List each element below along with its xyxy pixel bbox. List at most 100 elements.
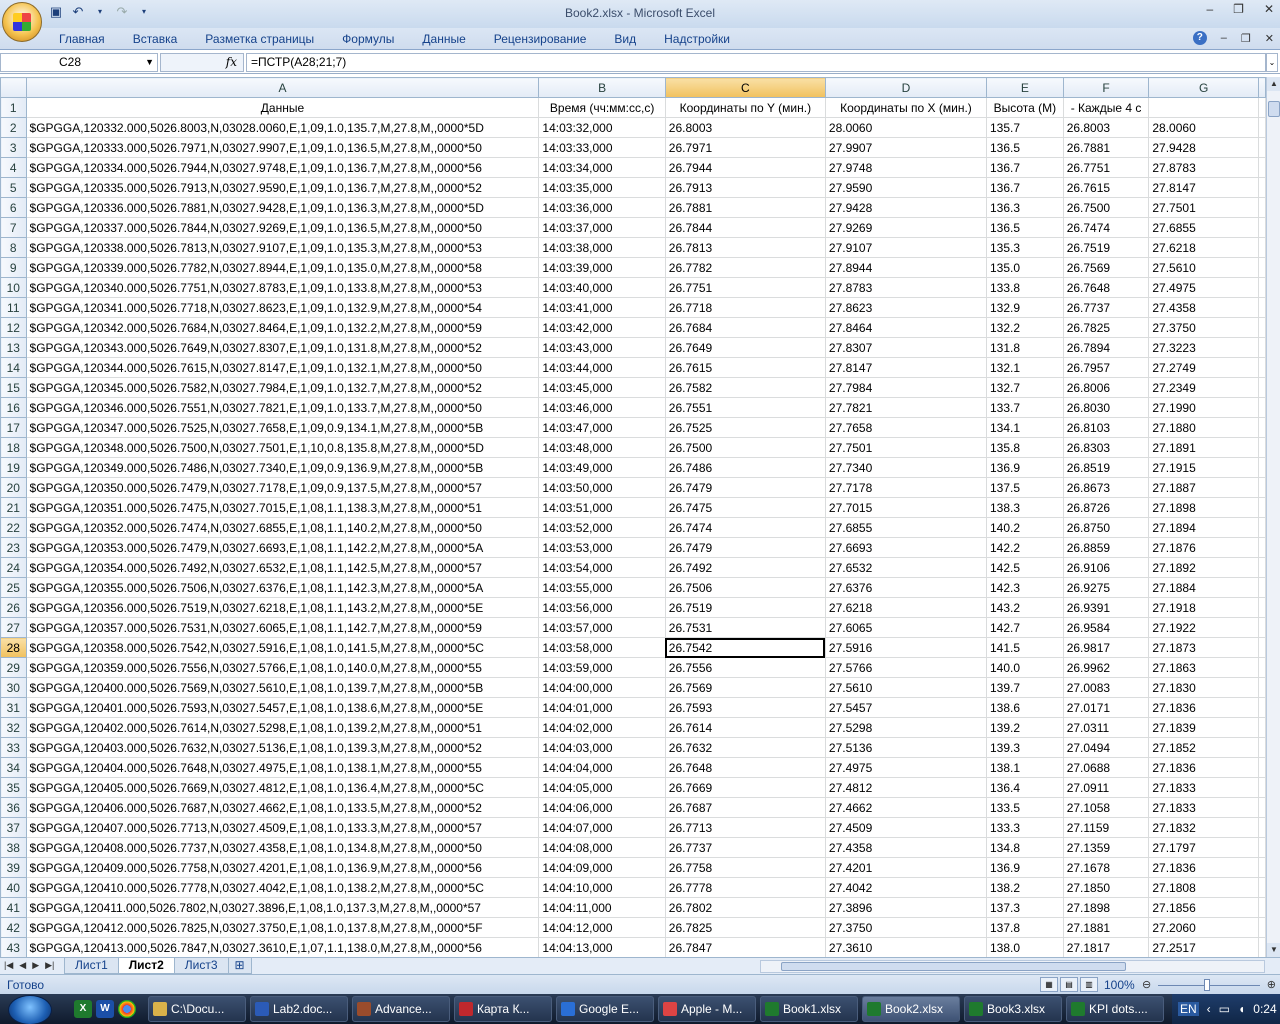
cell[interactable]: 26.7713 xyxy=(664,817,826,838)
cell[interactable]: 27.9590 xyxy=(824,177,987,198)
cell[interactable] xyxy=(1258,577,1266,598)
cell[interactable]: 135.3 xyxy=(985,237,1064,258)
row-header[interactable]: 36 xyxy=(0,797,27,818)
cell[interactable]: 133.5 xyxy=(985,797,1064,818)
cell[interactable]: $GPGGA,120349.000,5026.7486,N,03027.7340… xyxy=(25,457,540,478)
row-header[interactable]: 18 xyxy=(0,437,27,458)
cell[interactable]: 26.7531 xyxy=(664,617,826,638)
cell[interactable]: 27.3750 xyxy=(1148,317,1259,338)
cell[interactable]: 14:03:52,000 xyxy=(538,517,666,538)
cell[interactable]: $GPGGA,120332.000,5026.8003,N,03028.0060… xyxy=(25,117,540,138)
taskbar-button[interactable]: Advance... xyxy=(352,996,450,1022)
cell[interactable] xyxy=(1258,757,1266,778)
cell[interactable]: 27.1922 xyxy=(1148,617,1259,638)
cell[interactable]: $GPGGA,120345.000,5026.7582,N,03027.7984… xyxy=(25,377,540,398)
cell[interactable] xyxy=(1258,317,1266,338)
cell[interactable]: 14:04:04,000 xyxy=(538,757,666,778)
cell[interactable] xyxy=(1258,797,1266,818)
cell[interactable]: 27.1891 xyxy=(1148,437,1259,458)
row-header[interactable]: 31 xyxy=(0,697,27,718)
next-sheet-icon[interactable]: ▶ xyxy=(32,958,39,973)
cell[interactable]: 14:03:39,000 xyxy=(538,257,666,278)
cell[interactable]: 27.1892 xyxy=(1148,557,1259,578)
horizontal-scrollbar[interactable] xyxy=(760,960,1265,973)
row-header[interactable]: 41 xyxy=(0,897,27,918)
cell[interactable]: $GPGGA,120404.000,5026.7648,N,03027.4975… xyxy=(25,757,540,778)
row-header[interactable]: 25 xyxy=(0,577,27,598)
cell[interactable] xyxy=(1258,517,1266,538)
cell[interactable]: 136.4 xyxy=(985,777,1064,798)
maximize-icon[interactable]: ❐ xyxy=(1233,2,1244,16)
cell[interactable]: 27.1887 xyxy=(1148,477,1259,498)
cell[interactable]: 27.1830 xyxy=(1148,677,1259,698)
row-header[interactable]: 3 xyxy=(0,137,27,158)
cell[interactable]: 27.1797 xyxy=(1148,837,1259,858)
cell[interactable] xyxy=(1258,497,1266,518)
cell[interactable]: 26.7782 xyxy=(664,257,826,278)
cell[interactable]: 14:04:11,000 xyxy=(538,897,666,918)
scroll-down-icon[interactable]: ▼ xyxy=(1267,943,1280,957)
header-cell[interactable] xyxy=(1148,97,1259,118)
cell[interactable]: 27.8307 xyxy=(824,337,987,358)
cell[interactable]: 27.8783 xyxy=(824,277,987,298)
sheet-tab[interactable]: Лист2 xyxy=(117,958,175,974)
row-header[interactable]: 32 xyxy=(0,717,27,738)
cell[interactable]: 14:03:51,000 xyxy=(538,497,666,518)
tray-expand-icon[interactable]: ‹ xyxy=(1207,1002,1211,1016)
cell[interactable] xyxy=(1258,857,1266,878)
word-launch-icon[interactable]: W xyxy=(96,1000,114,1018)
cell[interactable]: $GPGGA,120405.000,5026.7669,N,03027.4812… xyxy=(25,777,540,798)
sheet-tab[interactable]: Лист1 xyxy=(64,958,119,974)
cell[interactable]: $GPGGA,120358.000,5026.7542,N,03027.5916… xyxy=(25,637,540,658)
row-header[interactable]: 26 xyxy=(0,597,27,618)
cell[interactable]: 26.7479 xyxy=(664,537,826,558)
taskbar-button[interactable]: Book2.xlsx xyxy=(862,996,960,1022)
cell[interactable]: $GPGGA,120336.000,5026.7881,N,03027.9428… xyxy=(25,197,540,218)
prev-sheet-icon[interactable]: ◀ xyxy=(19,958,26,973)
cell[interactable]: 27.2517 xyxy=(1148,937,1259,957)
cell[interactable]: 26.7500 xyxy=(664,437,826,458)
cell[interactable]: 27.8944 xyxy=(824,257,987,278)
cell[interactable]: 27.5610 xyxy=(1148,257,1259,278)
cell[interactable] xyxy=(1258,377,1266,398)
cell[interactable] xyxy=(1258,97,1266,118)
cell[interactable]: 26.7648 xyxy=(1062,277,1150,298)
cell[interactable]: 14:04:05,000 xyxy=(538,777,666,798)
ribbon-tab[interactable]: Формулы xyxy=(342,32,394,46)
cell[interactable]: 26.7751 xyxy=(1062,157,1150,178)
cell[interactable]: 14:03:56,000 xyxy=(538,597,666,618)
volume-icon[interactable]: ◖ xyxy=(1238,1002,1245,1016)
cell[interactable]: $GPGGA,120355.000,5026.7506,N,03027.6376… xyxy=(25,577,540,598)
cell[interactable]: $GPGGA,120333.000,5026.7971,N,03027.9907… xyxy=(25,137,540,158)
cell[interactable]: 14:04:13,000 xyxy=(538,937,666,957)
cell[interactable]: 27.3223 xyxy=(1148,337,1259,358)
cell[interactable]: 27.1898 xyxy=(1062,897,1150,918)
cell[interactable]: 14:03:32,000 xyxy=(538,117,666,138)
cell[interactable]: $GPGGA,120334.000,5026.7944,N,03027.9748… xyxy=(25,157,540,178)
ribbon-tab[interactable]: Вставка xyxy=(133,32,178,46)
column-header-e[interactable]: E xyxy=(985,77,1064,98)
cell[interactable]: 27.4975 xyxy=(1148,277,1259,298)
column-header-g[interactable]: G xyxy=(1148,77,1259,98)
cell[interactable]: 27.6693 xyxy=(824,537,987,558)
cell[interactable]: 26.7737 xyxy=(1062,297,1150,318)
cell[interactable]: 26.7669 xyxy=(664,777,826,798)
cell[interactable]: $GPGGA,120338.000,5026.7813,N,03027.9107… xyxy=(25,237,540,258)
cell[interactable] xyxy=(1258,737,1266,758)
name-box-dropdown-icon[interactable]: ▼ xyxy=(145,54,154,71)
horizontal-scroll-thumb[interactable] xyxy=(781,962,1126,971)
cell[interactable]: 14:03:40,000 xyxy=(538,277,666,298)
cell[interactable]: 27.1873 xyxy=(1148,637,1259,658)
cell[interactable]: 138.6 xyxy=(985,697,1064,718)
cell[interactable]: 14:03:45,000 xyxy=(538,377,666,398)
cell[interactable]: 27.6218 xyxy=(1148,237,1259,258)
cell[interactable]: 26.7551 xyxy=(664,397,826,418)
cell[interactable] xyxy=(1258,837,1266,858)
cell[interactable]: 14:04:01,000 xyxy=(538,697,666,718)
cell[interactable]: 26.9391 xyxy=(1062,597,1150,618)
cell[interactable]: 142.5 xyxy=(985,557,1064,578)
office-button[interactable] xyxy=(2,2,42,42)
cell[interactable]: 14:04:08,000 xyxy=(538,837,666,858)
row-header[interactable]: 5 xyxy=(0,177,27,198)
cell[interactable]: 14:03:37,000 xyxy=(538,217,666,238)
